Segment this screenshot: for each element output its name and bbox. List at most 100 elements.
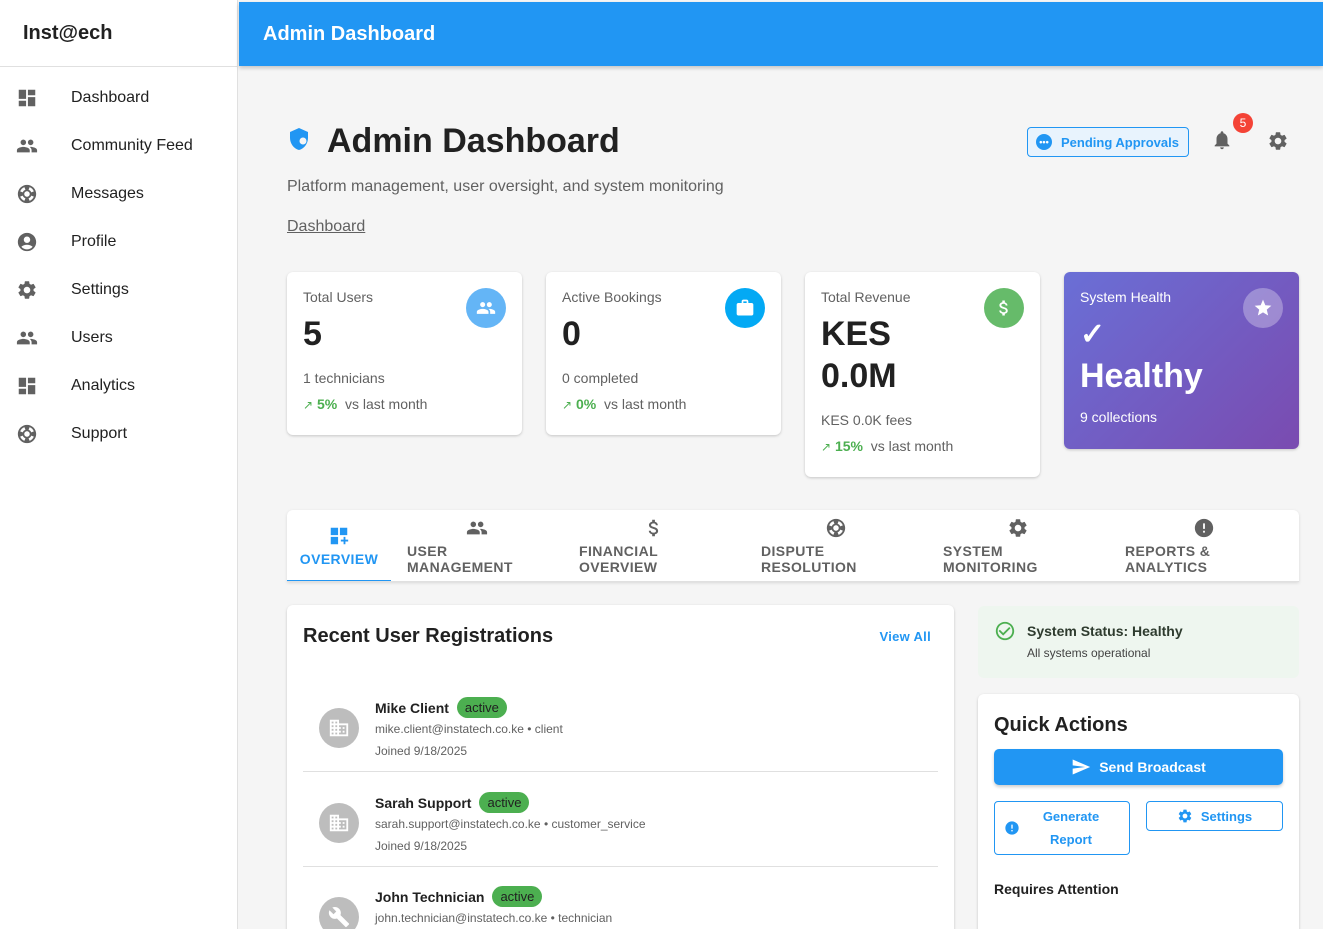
status-title: System Status: Healthy — [1027, 623, 1183, 639]
support-icon — [16, 183, 38, 205]
wrench-icon — [328, 906, 350, 928]
sidebar-item-label: Settings — [71, 281, 129, 298]
status-badge: active — [479, 792, 530, 813]
user-name: John Technician — [375, 888, 485, 905]
send-broadcast-button[interactable]: Send Broadcast — [994, 749, 1283, 785]
tab-label: System Monitoring — [943, 543, 1038, 575]
user-name-line: Mike Client active — [375, 697, 507, 718]
stat-sub: 9 collections — [1080, 409, 1158, 425]
tab-label: Reports & Analytics — [1125, 543, 1211, 575]
sidebar-item-users[interactable]: Users — [0, 314, 237, 362]
requires-attention-heading: Requires Attention — [994, 881, 1119, 897]
tab-financial-overview[interactable]: Financial Overview — [563, 510, 745, 582]
people-icon — [16, 327, 38, 349]
button-label-line2: Report — [1050, 832, 1092, 847]
list-item[interactable]: Mike Client active mike.client@instatech.… — [303, 678, 938, 772]
tab-user-management[interactable]: User Management — [391, 510, 563, 582]
trend-percent: 5% — [316, 396, 338, 412]
trend-up-icon: ↗ — [562, 398, 573, 412]
page-subtitle: Platform management, user oversight, and… — [287, 178, 724, 195]
settings-button[interactable] — [1267, 130, 1289, 157]
alert-icon — [1193, 517, 1215, 539]
avatar — [319, 897, 359, 929]
user-joined: Joined 9/18/2025 — [375, 744, 468, 758]
trend-up-icon: ↗ — [303, 398, 314, 412]
stat-sub: 0 completed — [562, 370, 639, 386]
trend-up-icon: ↗ — [821, 440, 832, 454]
alert-icon — [1004, 820, 1020, 836]
sidebar-item-support[interactable]: Support — [0, 410, 237, 458]
sidebar-item-profile[interactable]: Profile — [0, 218, 237, 266]
dollar-icon — [643, 517, 665, 539]
tab-label: User Management — [407, 543, 513, 575]
pending-approvals-button[interactable]: ••• Pending Approvals — [1027, 127, 1189, 157]
sidebar-item-messages[interactable]: Messages — [0, 170, 237, 218]
dashboard-add-icon — [328, 525, 350, 547]
stat-card-total-users: Total Users 5 1 technicians ↗ 5% vs last… — [287, 272, 522, 435]
tab-reports-analytics[interactable]: Reports & Analytics — [1109, 510, 1299, 582]
sidebar-item-label: Profile — [71, 233, 117, 250]
panel-title: Quick Actions — [994, 714, 1128, 736]
gear-icon — [1007, 517, 1029, 539]
stat-trend: ↗ 0% vs last month — [562, 396, 765, 412]
sidebar-item-label: Users — [71, 329, 113, 346]
star-icon — [1243, 288, 1283, 328]
dollar-icon — [984, 288, 1024, 328]
generate-report-button[interactable]: Generate Report — [994, 801, 1130, 855]
user-meta: mike.client@instatech.co.ke • client — [375, 722, 563, 736]
sidebar-item-dashboard[interactable]: Dashboard — [0, 74, 237, 122]
stat-value-line2: 0.0M — [821, 357, 897, 395]
sidebar-item-community-feed[interactable]: Community Feed — [0, 122, 237, 170]
stat-trend: ↗ 5% vs last month — [303, 396, 506, 412]
trend-percent: 15% — [834, 438, 863, 454]
user-name-line: Sarah Support active — [375, 792, 530, 813]
tab-divider — [287, 581, 1299, 582]
stat-card-total-revenue: Total Revenue KES 0.0M KES 0.0K fees ↗ 15… — [805, 272, 1040, 477]
gear-icon — [1267, 130, 1289, 152]
account-icon — [16, 231, 38, 253]
stat-value: Healthy — [1080, 357, 1203, 395]
notification-badge: 5 — [1233, 113, 1253, 133]
user-meta: john.technician@instatech.co.ke • techni… — [375, 911, 613, 925]
status-badge: active — [492, 886, 543, 907]
button-label: Generate Report — [1043, 805, 1099, 851]
tab-system-monitoring[interactable]: System Monitoring — [927, 510, 1109, 582]
tab-dispute-resolution[interactable]: Dispute Resolution — [745, 510, 927, 582]
user-name: Mike Client — [375, 699, 449, 716]
people-icon — [466, 288, 506, 328]
user-joined: Joined 9/18/2025 — [375, 839, 468, 853]
dashboard-icon — [16, 87, 38, 109]
sidebar-item-analytics[interactable]: Analytics — [0, 362, 237, 410]
notifications-button[interactable] — [1211, 129, 1235, 155]
app-bar-title: Admin Dashboard — [263, 22, 436, 45]
breadcrumb[interactable]: Dashboard — [287, 218, 365, 236]
view-all-button[interactable]: View All — [879, 629, 931, 644]
status-badge: active — [456, 697, 507, 718]
stat-value-line1: KES — [821, 315, 891, 353]
page-header: Admin Dashboard — [287, 122, 620, 161]
tab-bar: Overview User Management Financial Overv… — [287, 510, 1299, 582]
people-icon — [466, 517, 488, 539]
sidebar-item-label: Support — [71, 425, 128, 442]
tab-label: Financial Overview — [579, 543, 658, 575]
business-icon — [328, 717, 350, 739]
list-item[interactable]: Sarah Support active sarah.support@instat… — [303, 773, 938, 867]
trend-text: vs last month — [603, 396, 687, 412]
sidebar-item-settings[interactable]: Settings — [0, 266, 237, 314]
button-label: Send Broadcast — [1099, 759, 1206, 775]
people-icon — [16, 135, 38, 157]
dashboard-icon — [16, 375, 38, 397]
send-icon — [1071, 757, 1091, 777]
tab-overview[interactable]: Overview — [287, 510, 391, 582]
system-status-alert: System Status: Healthy All systems opera… — [978, 606, 1299, 678]
bell-icon — [1211, 129, 1233, 151]
settings-button[interactable]: Settings — [1146, 801, 1283, 831]
shield-icon — [287, 127, 311, 156]
trend-text: vs last month — [344, 396, 428, 412]
pending-approvals-label: Pending Approvals — [1061, 134, 1179, 150]
sidebar-item-label: Analytics — [71, 377, 136, 394]
list-item[interactable]: John Technician active john.technician@in… — [303, 867, 938, 929]
quick-actions-panel: Quick Actions Send Broadcast Generate Rep… — [978, 694, 1299, 929]
stat-card-system-health: System Health ✓ Healthy 9 collections — [1064, 272, 1299, 449]
brand-logo[interactable]: Inst@ech — [0, 0, 237, 67]
